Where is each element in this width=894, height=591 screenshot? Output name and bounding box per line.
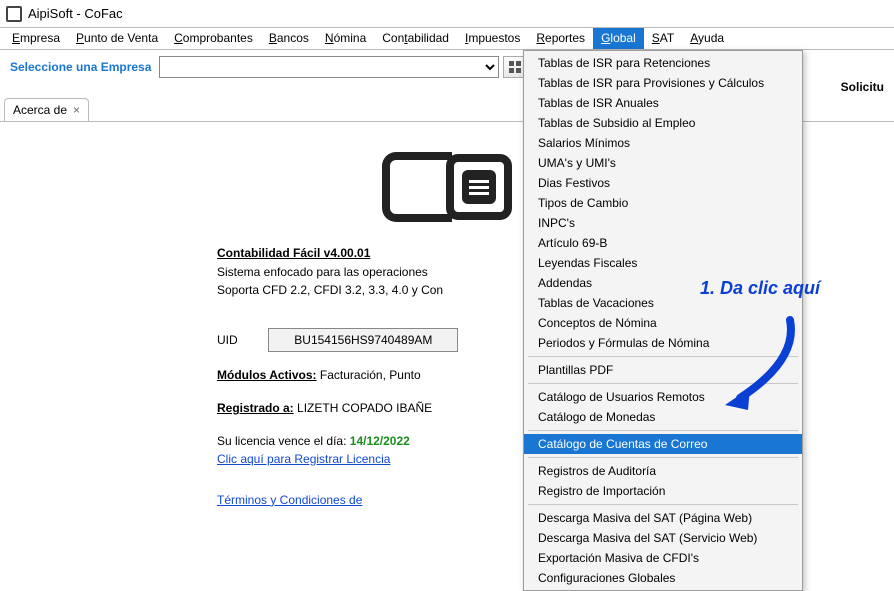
dropdown-item[interactable]: Dias Festivos [524,173,802,193]
modulos-label: Módulos Activos: [217,368,317,382]
menu-ayuda[interactable]: Ayuda [682,28,732,49]
menu-nomina[interactable]: Nómina [317,28,374,49]
registrar-licencia-link[interactable]: Clic aquí para Registrar Licencia [217,452,390,466]
menu-punto-venta[interactable]: Punto de Venta [68,28,166,49]
annotation-callout: 1. Da clic aquí [700,278,820,299]
menu-global[interactable]: Global [593,28,644,49]
tab-label: Acerca de [13,103,67,117]
uid-label: UID [217,331,265,350]
uid-value: BU154156HS9740489AM [268,328,458,353]
menu-contabilidad[interactable]: Contabilidad [374,28,457,49]
app-icon [6,6,22,22]
menubar: Empresa Punto de Venta Comprobantes Banc… [0,28,894,50]
dropdown-separator [528,457,798,458]
menu-impuestos[interactable]: Impuestos [457,28,528,49]
dropdown-item[interactable]: Configuraciones Globales [524,568,802,588]
menu-comprobantes[interactable]: Comprobantes [166,28,261,49]
select-empresa-label: Seleccione una Empresa [10,60,151,74]
dropdown-item[interactable]: Registro de Importación [524,481,802,501]
terminos-link[interactable]: Términos y Condiciones de [217,493,362,507]
dropdown-item[interactable]: Tablas de ISR para Provisiones y Cálculo… [524,73,802,93]
logo-letter-c [382,152,452,222]
licencia-prefix: Su licencia vence el día: [217,434,346,448]
annotation-arrow-icon [720,310,810,410]
dropdown-item[interactable]: Tablas de Subsidio al Empleo [524,113,802,133]
dropdown-item[interactable]: Salarios Mínimos [524,133,802,153]
dropdown-item[interactable]: Tablas de ISR para Retenciones [524,53,802,73]
dropdown-item[interactable]: Exportación Masiva de CFDI's [524,548,802,568]
dropdown-item[interactable]: Descarga Masiva del SAT (Página Web) [524,508,802,528]
dropdown-item[interactable]: Descarga Masiva del SAT (Servicio Web) [524,528,802,548]
registrado-label: Registrado a: [217,401,294,415]
dropdown-item[interactable]: Catálogo de Monedas [524,407,802,427]
dropdown-item[interactable]: Leyendas Fiscales [524,253,802,273]
dropdown-item[interactable]: INPC's [524,213,802,233]
grid-icon [509,61,521,73]
dropdown-item[interactable]: Registros de Auditoría [524,461,802,481]
dropdown-separator [528,430,798,431]
tab-close-icon[interactable]: × [73,103,80,117]
dropdown-item[interactable]: Tablas de ISR Anuales [524,93,802,113]
empresa-select[interactable] [159,56,499,78]
menu-reportes[interactable]: Reportes [528,28,593,49]
modulos-value: Facturación, Punto [320,368,421,382]
menu-empresa[interactable]: Empresa [4,28,68,49]
dropdown-item[interactable]: UMA's y UMI's [524,153,802,173]
licencia-date: 14/12/2022 [350,434,410,448]
dropdown-separator [528,504,798,505]
dropdown-item[interactable]: Tipos de Cambio [524,193,802,213]
tab-acerca-de[interactable]: Acerca de × [4,98,89,121]
registrado-value: LIZETH COPADO IBAÑE [297,401,432,415]
titlebar: AipiSoft - CoFac [0,0,894,28]
dropdown-item[interactable]: Artículo 69-B [524,233,802,253]
logo-letter-o [446,154,512,220]
menu-sat[interactable]: SAT [644,28,682,49]
dropdown-item[interactable]: Catálogo de Cuentas de Correo [524,434,802,454]
logo-doc-icon [462,170,496,204]
menu-bancos[interactable]: Bancos [261,28,317,49]
window-title: AipiSoft - CoFac [28,6,123,21]
